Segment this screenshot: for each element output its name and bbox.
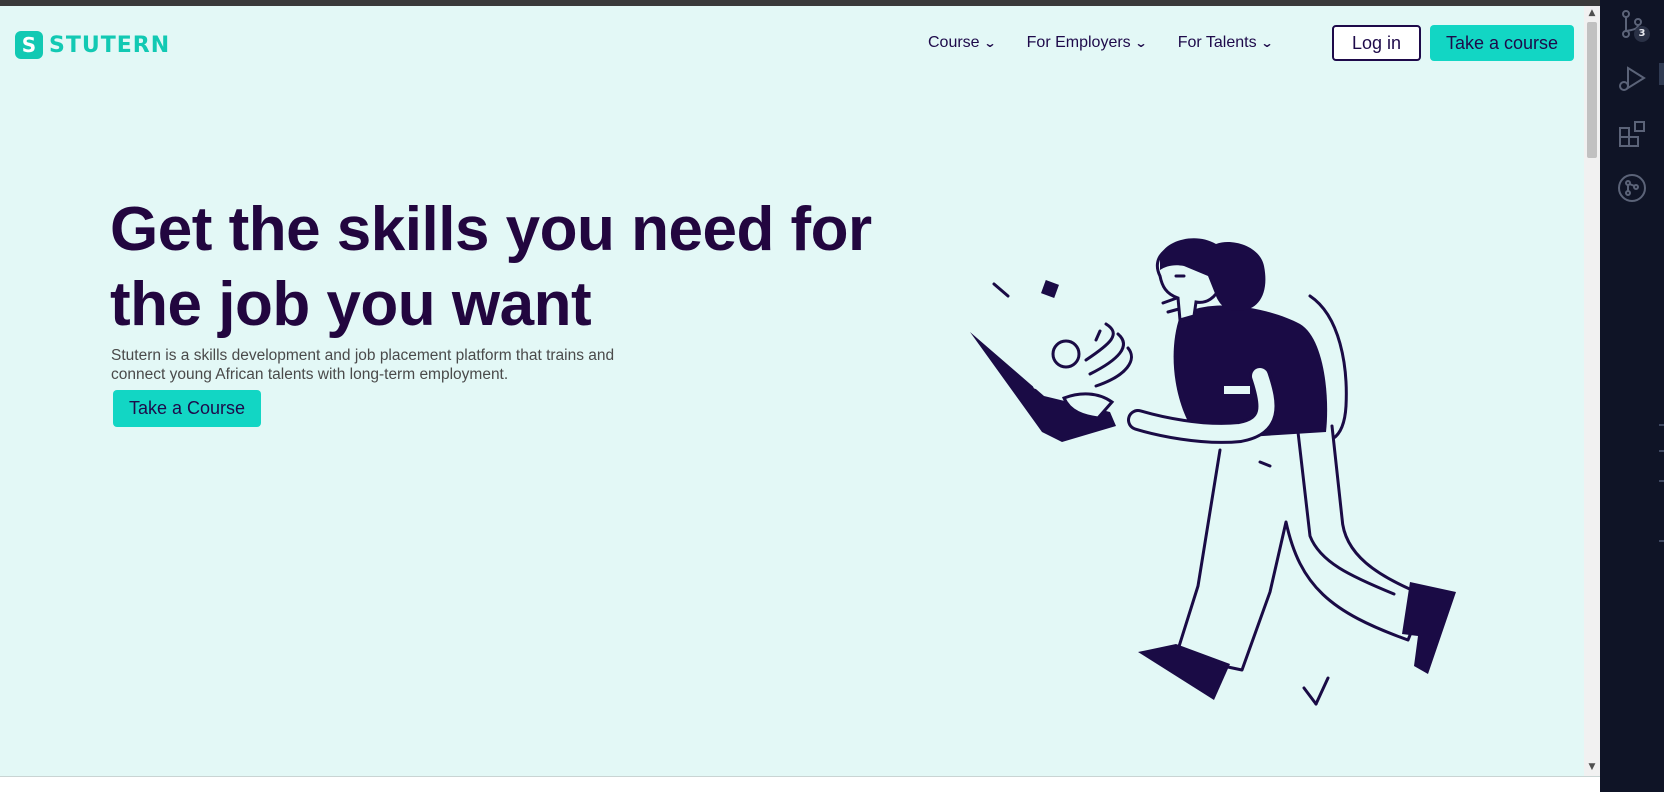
scrollbar-thumb[interactable] bbox=[1587, 22, 1597, 158]
stutern-logo[interactable]: S STUTERN bbox=[15, 31, 170, 59]
nav-item-course[interactable]: Course ⌄ bbox=[928, 34, 997, 52]
editor-gutter-mark bbox=[1659, 450, 1664, 452]
hero-subtitle-line-1: Stutern is a skills development and job … bbox=[111, 347, 615, 364]
login-button[interactable]: Log in bbox=[1332, 25, 1421, 61]
extensions-icon[interactable] bbox=[1616, 118, 1648, 150]
hero-title: Get the skills you need for the job you … bbox=[110, 192, 910, 342]
editor-activity-bar: 3 bbox=[1600, 0, 1664, 792]
window-bottom-strip bbox=[0, 776, 1600, 792]
nav-item-for-talents[interactable]: For Talents ⌄ bbox=[1177, 34, 1274, 52]
hero-subtitle-line-2: connect young African talents with long-… bbox=[111, 366, 509, 383]
take-a-course-hero-button[interactable]: Take a Course bbox=[113, 390, 261, 427]
page-scrollbar[interactable]: ▲ ▼ bbox=[1584, 6, 1600, 776]
activity-bar-active-indicator bbox=[1659, 63, 1664, 85]
chevron-down-icon: ⌄ bbox=[1134, 36, 1148, 50]
nav-item-label: For Employers bbox=[1026, 34, 1131, 51]
nav-item-label: For Talents bbox=[1177, 34, 1257, 51]
walking-student-illustration bbox=[970, 238, 1456, 706]
editor-gutter-mark bbox=[1659, 540, 1664, 542]
logo-text: STUTERN bbox=[49, 32, 171, 58]
hero-title-line-1: Get the skills you need for bbox=[110, 195, 872, 264]
chevron-down-icon: ⌄ bbox=[983, 36, 997, 50]
logo-mark-icon: S bbox=[15, 31, 43, 59]
editor-gutter-mark bbox=[1659, 480, 1664, 482]
editor-gutter-mark bbox=[1659, 424, 1664, 426]
scroll-up-arrow-icon[interactable]: ▲ bbox=[1587, 8, 1597, 18]
nav-item-label: Course bbox=[928, 34, 980, 51]
browser-viewport: S STUTERN Course ⌄ For Employers ⌄ For T… bbox=[0, 6, 1584, 776]
main-nav: Course ⌄ For Employers ⌄ For Talents ⌄ bbox=[928, 34, 1304, 52]
chevron-down-icon: ⌄ bbox=[1260, 36, 1274, 50]
hero-subtitle: Stutern is a skills development and job … bbox=[111, 346, 651, 384]
scroll-down-arrow-icon[interactable]: ▼ bbox=[1587, 762, 1597, 772]
take-a-course-header-button[interactable]: Take a course bbox=[1430, 25, 1574, 61]
hero-title-line-2: the job you want bbox=[110, 270, 592, 339]
git-graph-icon[interactable] bbox=[1616, 172, 1648, 204]
run-debug-icon[interactable] bbox=[1616, 62, 1648, 94]
source-control-badge: 3 bbox=[1634, 26, 1650, 42]
nav-item-for-employers[interactable]: For Employers ⌄ bbox=[1026, 34, 1148, 52]
